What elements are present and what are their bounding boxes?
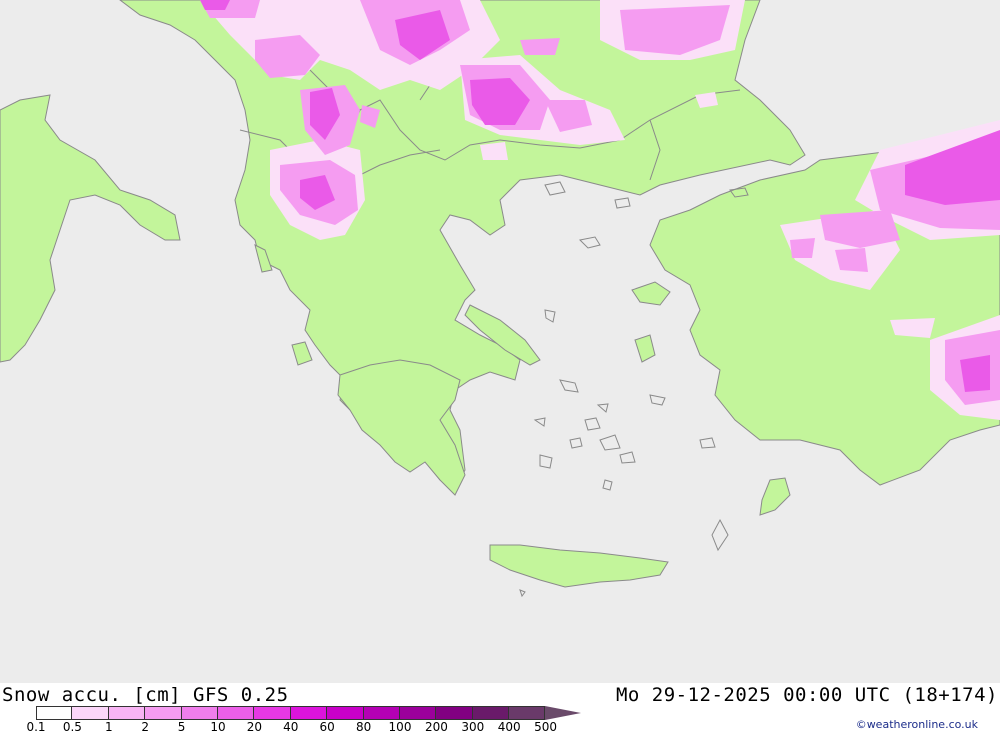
map-timestamp: Mo 29-12-2025 00:00 UTC (18+174): [615, 684, 998, 706]
map-title: Snow accu. [cm] GFS 0.25: [2, 684, 289, 706]
legend-tick-label: 200: [424, 720, 448, 734]
legend-tick-label: 80: [355, 720, 372, 734]
legend-tick-label: 2: [141, 720, 150, 734]
legend-swatch: [181, 706, 218, 720]
legend-tick-label: 0.1: [26, 720, 46, 734]
legend-swatch: [217, 706, 255, 720]
legend-swatch: [290, 706, 328, 720]
legend-tick-label: 40: [283, 720, 299, 734]
legend-tick-label: 5: [177, 720, 186, 734]
color-legend: [36, 706, 582, 720]
legend-tick-label: 0.5: [62, 720, 82, 734]
legend-swatch: [145, 706, 182, 720]
legend-tick-label: 10: [210, 720, 226, 734]
map-canvas: [0, 0, 1000, 683]
legend-tick-label: 300: [461, 720, 485, 734]
legend-tick-label: 20: [246, 720, 263, 734]
legend-swatch: [254, 706, 291, 720]
legend-arrow: [545, 706, 582, 720]
legend-tick-label: 60: [319, 720, 335, 734]
legend-tick-label: 100: [388, 720, 412, 734]
legend-swatch: [399, 706, 437, 720]
legend-tick-label: 500: [534, 720, 558, 734]
legend-tick-label: 400: [497, 720, 521, 734]
legend-swatch: [108, 706, 146, 720]
credit-link[interactable]: ©weatheronline.co.uk: [856, 718, 978, 731]
legend-swatch: [436, 706, 473, 720]
legend-swatch: [327, 706, 364, 720]
legend-swatch: [363, 706, 400, 720]
weather-map: [0, 0, 1000, 683]
legend-swatch: [36, 706, 73, 720]
legend-swatch: [509, 706, 546, 720]
legend-swatch: [72, 706, 109, 720]
legend-tick-label: 1: [104, 720, 113, 734]
legend-swatch: [472, 706, 510, 720]
